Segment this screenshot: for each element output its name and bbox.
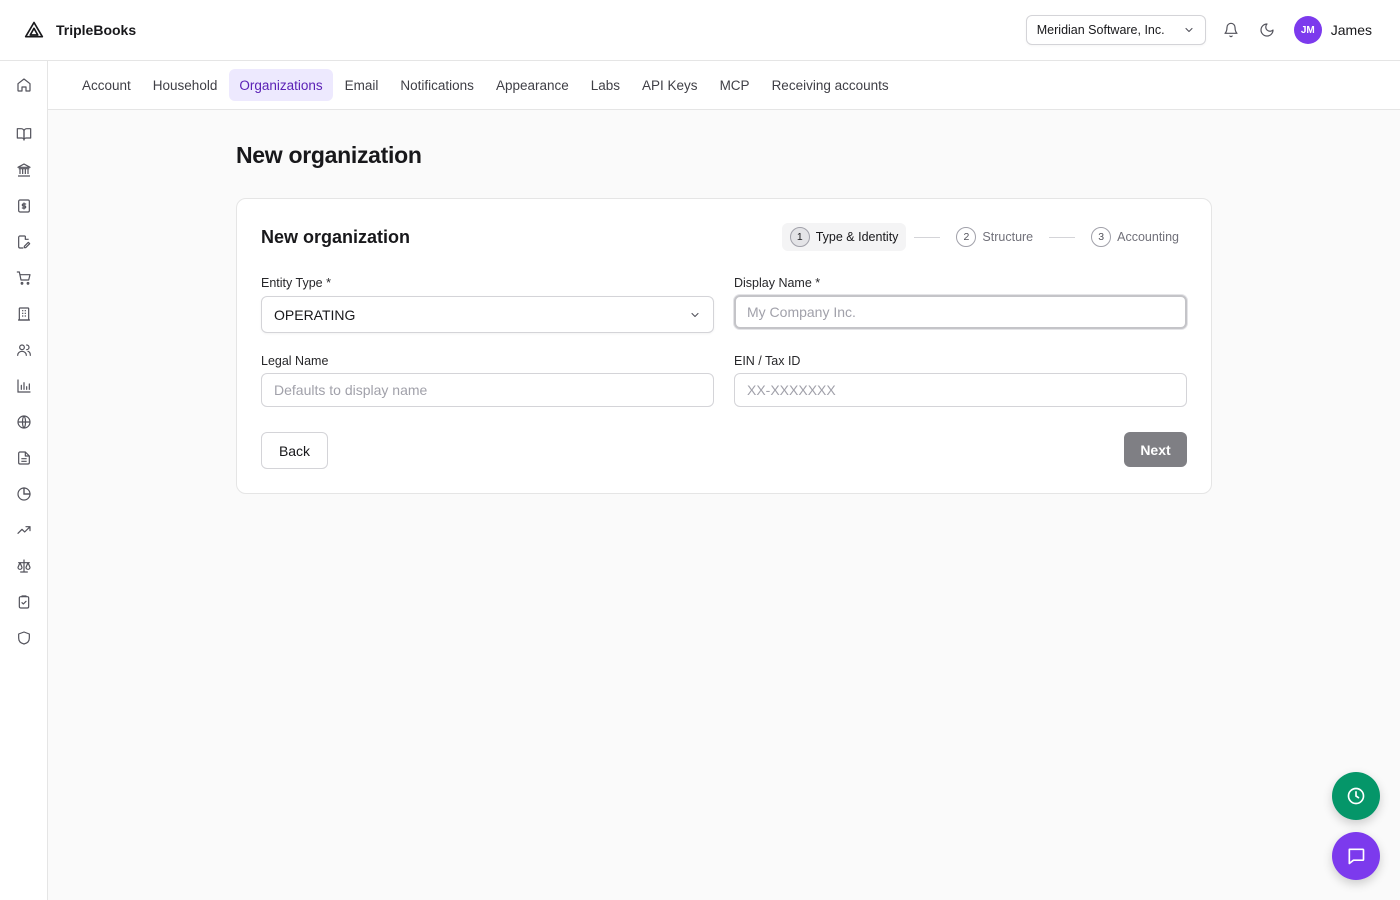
step-accounting: 3 Accounting — [1083, 223, 1187, 251]
home-icon[interactable] — [15, 76, 33, 94]
ein-input[interactable]: XX-XXXXXXX — [734, 373, 1187, 407]
clock-icon — [1347, 787, 1365, 805]
step-divider — [1049, 236, 1076, 238]
new-organization-card: New organization 1 Type & Identity 2 Str… — [236, 198, 1212, 494]
page-title: New organization — [236, 142, 422, 168]
sidebar — [0, 61, 48, 900]
bell-icon — [1224, 22, 1238, 38]
display-name-label: Display Name * — [734, 276, 821, 290]
display-name-placeholder: My Company Inc. — [747, 304, 856, 320]
moon-icon — [1260, 23, 1274, 37]
brand[interactable]: TripleBooks — [24, 20, 136, 40]
entity-type-select[interactable]: OPERATING — [261, 296, 714, 333]
globe-icon[interactable] — [15, 413, 33, 431]
entity-type-label: Entity Type * — [261, 276, 331, 290]
step-number: 2 — [956, 227, 977, 247]
tab-household[interactable]: Household — [143, 69, 228, 101]
shopping-cart-icon[interactable] — [15, 269, 33, 287]
step-number: 1 — [789, 227, 810, 247]
next-button[interactable]: Next — [1124, 432, 1187, 467]
chat-button[interactable] — [1332, 832, 1380, 880]
legal-name-label: Legal Name — [261, 354, 329, 368]
building-icon[interactable] — [15, 305, 33, 323]
dollar-receipt-icon[interactable] — [15, 197, 33, 215]
step-structure: 2 Structure — [948, 223, 1041, 251]
ein-label: EIN / Tax ID — [734, 354, 801, 368]
avatar[interactable]: JM — [1293, 16, 1322, 44]
top-bar: TripleBooks Meridian Software, Inc. JM J… — [0, 0, 1400, 61]
clipboard-check-icon[interactable] — [15, 593, 33, 611]
logo-icon — [24, 21, 44, 38]
card-title: New organization — [261, 227, 411, 247]
user-name[interactable]: James — [1331, 22, 1372, 38]
document-icon[interactable] — [15, 449, 33, 467]
bank-icon[interactable] — [15, 161, 33, 179]
tab-email[interactable]: Email — [335, 69, 389, 101]
legal-name-input[interactable]: Defaults to display name — [261, 373, 714, 407]
step-type-identity: 1 Type & Identity — [781, 223, 907, 251]
tab-organizations[interactable]: Organizations — [229, 69, 333, 101]
tab-account[interactable]: Account — [72, 69, 141, 101]
display-name-input[interactable]: My Company Inc. — [734, 295, 1187, 329]
tab-api-keys[interactable]: API Keys — [632, 69, 708, 101]
chat-icon — [1348, 848, 1365, 865]
pie-chart-icon[interactable] — [15, 485, 33, 503]
legal-name-placeholder: Defaults to display name — [274, 382, 428, 398]
tab-appearance[interactable]: Appearance — [486, 69, 579, 101]
book-open-icon[interactable] — [15, 125, 33, 143]
chevron-down-icon — [691, 312, 699, 317]
tab-mcp[interactable]: MCP — [710, 69, 760, 101]
chevron-down-icon — [1185, 27, 1193, 33]
tab-receiving-accounts[interactable]: Receiving accounts — [762, 69, 899, 101]
step-divider — [914, 236, 941, 238]
file-edit-icon[interactable] — [15, 233, 33, 251]
theme-toggle-button[interactable] — [1256, 19, 1278, 41]
scale-icon[interactable] — [15, 557, 33, 575]
users-icon[interactable] — [15, 341, 33, 359]
tab-notifications[interactable]: Notifications — [390, 69, 484, 101]
trending-up-icon[interactable] — [15, 521, 33, 539]
tab-labs[interactable]: Labs — [581, 69, 630, 101]
back-button[interactable]: Back — [261, 432, 328, 469]
shield-icon[interactable] — [15, 629, 33, 647]
step-label: Accounting — [1117, 230, 1179, 244]
organization-selector-value: Meridian Software, Inc. — [1036, 23, 1165, 37]
step-label: Structure — [982, 230, 1034, 244]
step-number: 3 — [1091, 227, 1112, 247]
organization-selector[interactable]: Meridian Software, Inc. — [1025, 15, 1206, 45]
bar-chart-icon[interactable] — [15, 377, 33, 395]
history-button[interactable] — [1332, 772, 1380, 820]
notifications-button[interactable] — [1220, 19, 1242, 41]
step-label: Type & Identity — [815, 230, 899, 244]
settings-tabs: Account Household Organizations Email No… — [48, 61, 1400, 110]
ein-placeholder: XX-XXXXXXX — [747, 382, 836, 398]
entity-type-value: OPERATING — [274, 306, 356, 323]
app-name: TripleBooks — [56, 22, 137, 38]
stepper: 1 Type & Identity 2 Structure 3 Accounti… — [781, 223, 1187, 251]
